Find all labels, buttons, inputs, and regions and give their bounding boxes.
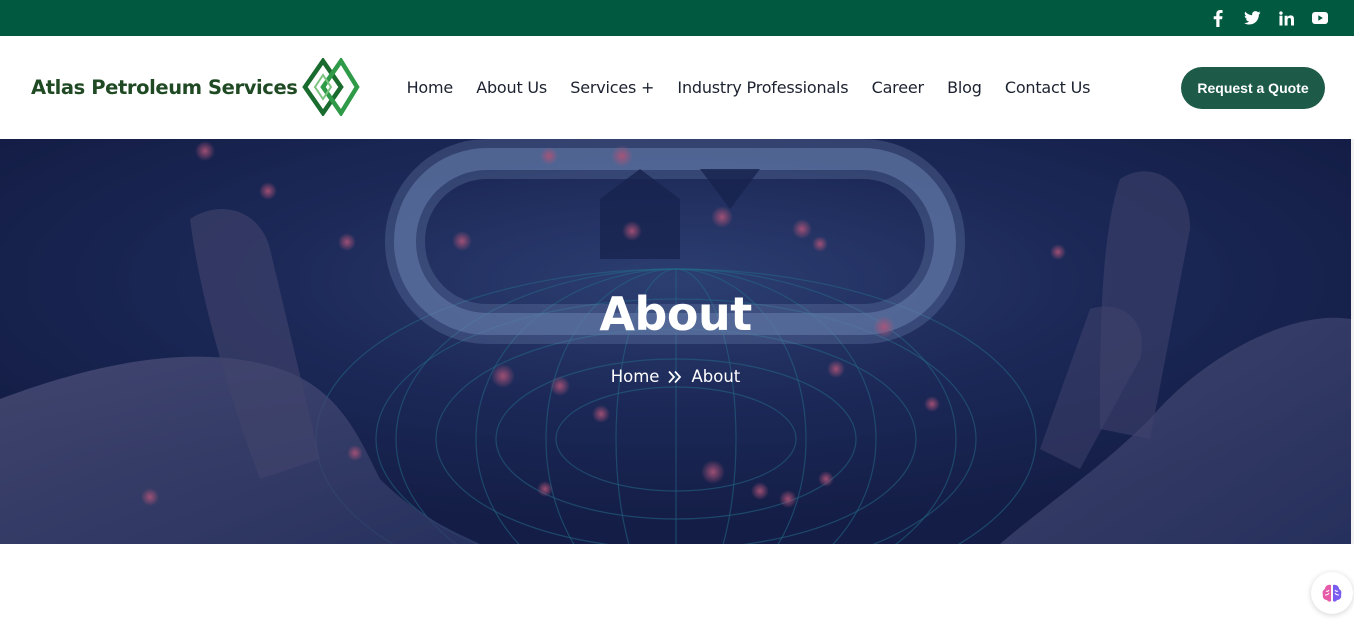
- nav-services[interactable]: Services +: [559, 78, 666, 97]
- social-links: [1208, 0, 1330, 36]
- nav-about-us[interactable]: About Us: [465, 78, 559, 97]
- brain-icon: [1322, 584, 1342, 602]
- facebook-icon[interactable]: [1208, 8, 1228, 28]
- logo-mark-icon: [302, 58, 361, 116]
- breadcrumb-home-link[interactable]: Home: [611, 367, 660, 386]
- double-chevron-right-icon: [668, 370, 682, 383]
- twitter-icon[interactable]: [1242, 8, 1262, 28]
- nav-contact-us[interactable]: Contact Us: [993, 78, 1102, 97]
- main-navigation: Home About Us Services + Industry Profes…: [395, 36, 1102, 139]
- breadcrumb-current: About: [691, 367, 741, 386]
- nav-blog[interactable]: Blog: [935, 78, 993, 97]
- site-logo[interactable]: Atlas Petroleum Services: [31, 58, 361, 116]
- youtube-icon[interactable]: [1310, 8, 1330, 28]
- nav-home[interactable]: Home: [395, 78, 465, 97]
- nav-industry-professionals[interactable]: Industry Professionals: [666, 78, 860, 97]
- top-bar: [0, 0, 1354, 36]
- hero-banner: About Home About: [0, 139, 1351, 544]
- request-quote-button[interactable]: Request a Quote: [1181, 67, 1325, 109]
- assistant-button[interactable]: [1311, 572, 1353, 614]
- nav-career[interactable]: Career: [860, 78, 935, 97]
- site-header: Atlas Petroleum Services Home About Us S…: [0, 36, 1354, 139]
- logo-text: Atlas Petroleum Services: [31, 75, 298, 99]
- hero-background-image: [0, 139, 1351, 544]
- linkedin-icon[interactable]: [1276, 8, 1296, 28]
- breadcrumb: Home About: [0, 367, 1351, 386]
- page-title: About: [599, 287, 752, 341]
